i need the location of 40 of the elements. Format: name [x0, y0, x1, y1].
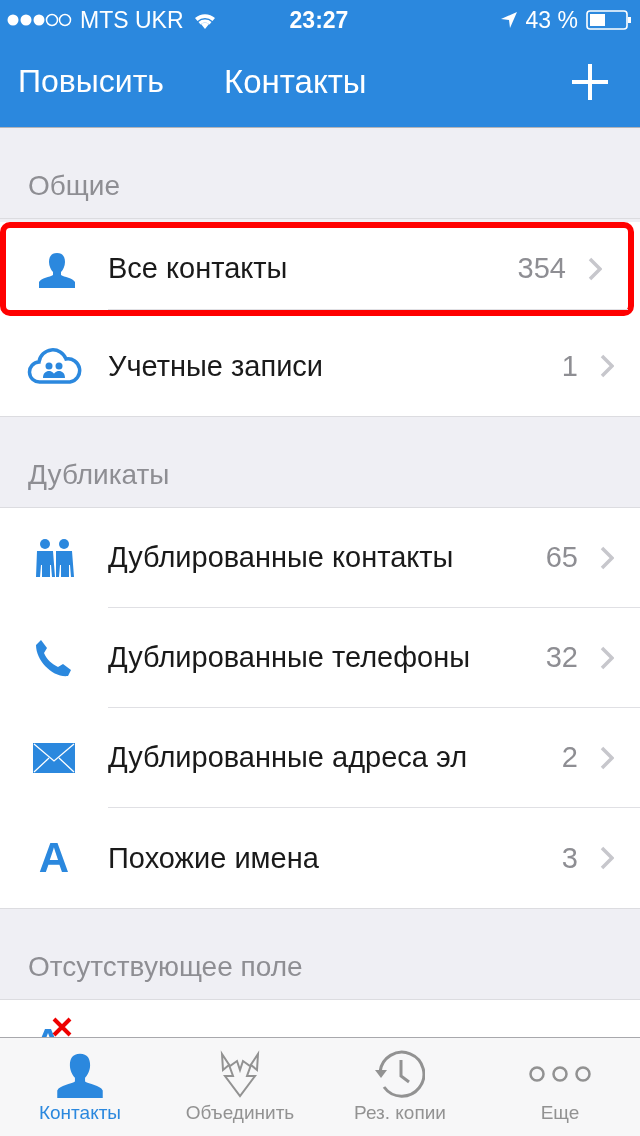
letter-icon: A	[38, 837, 70, 879]
chevron-icon	[600, 846, 614, 870]
cloud-people-icon	[26, 346, 82, 386]
chevron-icon	[600, 354, 614, 378]
chevron-icon	[600, 745, 614, 770]
row-label: Дублированные адреса эл	[108, 741, 469, 774]
highlighted-row[interactable]: Все контакты 354	[0, 222, 634, 316]
chevron-icon	[588, 256, 602, 281]
row-label: Учетные записи	[108, 349, 325, 383]
person-icon	[37, 250, 77, 288]
signal-icon	[6, 13, 72, 27]
row-label: Похожие имена	[108, 841, 320, 875]
item-count: 354	[517, 252, 566, 285]
upgrade-button[interactable]: Повысить	[16, 61, 166, 102]
row-label: Все контакты	[108, 252, 289, 285]
merge-arrow-icon	[220, 1050, 260, 1098]
section-header: Дубликаты	[28, 459, 170, 491]
carrier-name: MTS UKR	[80, 6, 184, 34]
row-label: Дублированные контакты	[108, 541, 455, 574]
row-label: Дублированные телефоны	[108, 641, 472, 674]
item-count: 3	[561, 841, 578, 875]
item-count: 65	[545, 541, 578, 574]
chevron-icon	[600, 645, 614, 670]
clock-history-icon	[375, 1050, 425, 1098]
item-count: 2	[561, 741, 578, 774]
add-button[interactable]	[572, 63, 608, 100]
plus-icon	[572, 63, 608, 100]
location-arrow-icon	[499, 11, 518, 29]
chevron-icon	[600, 545, 614, 570]
status-time: 23:27	[289, 6, 349, 34]
battery-icon	[586, 10, 632, 30]
item-count: 1	[561, 349, 578, 383]
battery-percent: 43 %	[525, 6, 578, 34]
two-people-icon	[33, 539, 75, 577]
section-header: Отсутствующее поле	[28, 951, 303, 983]
envelope-icon	[33, 743, 75, 773]
more-dots-icon	[528, 1064, 592, 1084]
screen-title: Контакты	[224, 62, 368, 101]
item-count: 32	[545, 641, 578, 674]
section-header: Общие	[28, 170, 121, 202]
